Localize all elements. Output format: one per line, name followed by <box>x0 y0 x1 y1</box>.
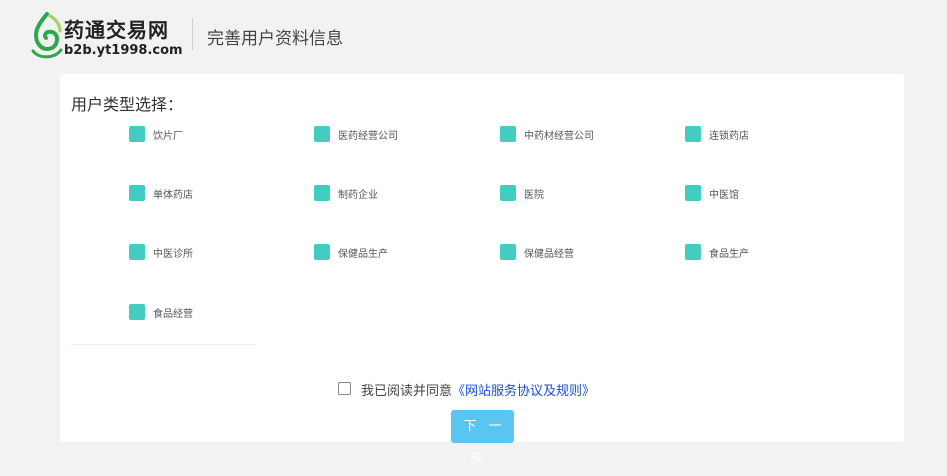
option-label: 连锁药店 <box>709 131 749 142</box>
option-label: 保健品生产 <box>338 249 388 260</box>
option-label: 中医馆 <box>709 190 739 201</box>
option-checkbox[interactable] <box>500 244 516 260</box>
option-checkbox[interactable] <box>129 126 145 142</box>
option-label: 单体药店 <box>153 190 193 201</box>
agreement-link[interactable]: 《网站服务协议及规则》 <box>452 384 595 399</box>
page-title: 完善用户资料信息 <box>207 29 343 49</box>
logo-url: b2b.yt1998.com <box>64 43 183 58</box>
option-checkbox[interactable] <box>129 304 145 320</box>
next-step-button[interactable]: 下一步 <box>451 410 514 467</box>
option-label: 制药企业 <box>338 190 378 201</box>
option-checkbox[interactable] <box>685 244 701 260</box>
option-label: 中医诊所 <box>153 249 193 260</box>
option-label: 中药材经营公司 <box>524 131 594 142</box>
option-checkbox[interactable] <box>685 126 701 142</box>
option-label: 医院 <box>524 190 544 201</box>
option-checkbox[interactable] <box>314 244 330 260</box>
header-divider <box>192 18 193 50</box>
leaf-logo-icon <box>31 12 63 59</box>
option-checkbox[interactable] <box>500 126 516 142</box>
site-logo[interactable]: 药通交易网 b2b.yt1998.com <box>30 11 190 63</box>
option-label: 保健品经营 <box>524 249 574 260</box>
section-divider <box>71 344 256 345</box>
option-checkbox[interactable] <box>314 185 330 201</box>
page-header: 药通交易网 b2b.yt1998.com 完善用户资料信息 <box>0 0 947 72</box>
option-label: 医药经营公司 <box>338 131 398 142</box>
logo-name: 药通交易网 <box>64 18 169 42</box>
option-checkbox[interactable] <box>685 185 701 201</box>
option-label: 食品生产 <box>709 249 749 260</box>
agreement-checkbox[interactable] <box>338 382 351 395</box>
option-label: 食品经营 <box>153 309 193 320</box>
option-checkbox[interactable] <box>129 244 145 260</box>
agreement-text: 我已阅读并同意 <box>361 384 453 399</box>
option-checkbox[interactable] <box>129 185 145 201</box>
option-checkbox[interactable] <box>314 126 330 142</box>
option-label: 饮片厂 <box>153 131 183 142</box>
form-panel: 用户类型选择： 饮片厂 医药经营公司 中药材经营公司 连锁药店 单体药店 制药企… <box>60 74 904 467</box>
user-type-heading: 用户类型选择： <box>71 95 184 114</box>
option-checkbox[interactable] <box>500 185 516 201</box>
